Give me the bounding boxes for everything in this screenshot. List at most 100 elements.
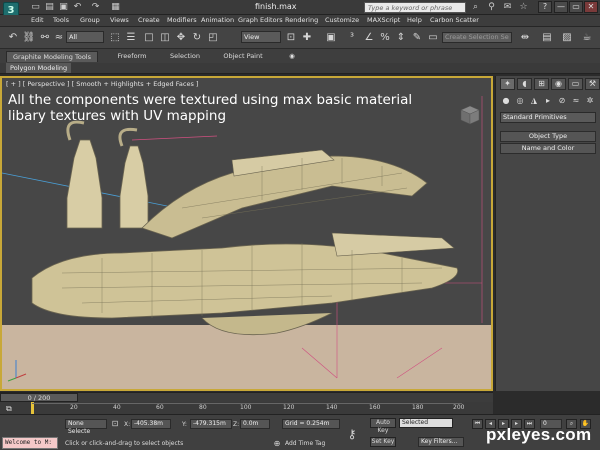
key-filters-button[interactable]: Key Filters...: [418, 437, 464, 447]
communication-center-icon[interactable]: ✉: [502, 2, 513, 12]
tab-object-paint[interactable]: Object Paint: [218, 51, 268, 62]
time-tag-icon[interactable]: ⊕: [270, 437, 284, 450]
perspective-viewport[interactable]: [ + ] [ Perspective ] [ Smooth + Highlig…: [0, 76, 493, 391]
motion-tab-icon[interactable]: ◉: [551, 78, 566, 90]
menu-create[interactable]: Create: [138, 16, 160, 24]
auto-key-button[interactable]: Auto Key: [370, 418, 396, 434]
select-scale-icon[interactable]: ◰: [206, 31, 220, 45]
selection-lock-icon[interactable]: ⊡: [108, 417, 122, 431]
redo-icon[interactable]: ↷: [90, 2, 101, 12]
named-selection-icon[interactable]: ▭: [426, 31, 440, 45]
help-button[interactable]: ?: [538, 1, 552, 13]
track-bar[interactable]: ⧉ 20 40 60 80 100 120 140 160 180 200: [0, 402, 493, 414]
mini-curve-editor-icon[interactable]: ⧉: [6, 404, 12, 414]
viewport-label[interactable]: [ + ] [ Perspective ] [ Smooth + Highlig…: [6, 80, 198, 88]
display-tab-icon[interactable]: ▭: [568, 78, 583, 90]
layer-manager-icon[interactable]: ▤: [540, 31, 554, 45]
name-and-color-rollout[interactable]: Name and Color: [500, 143, 596, 154]
reference-coordinate-dropdown[interactable]: View: [241, 31, 281, 43]
menu-customize[interactable]: Customize: [325, 16, 359, 24]
subscription-icon[interactable]: ⚲: [486, 2, 497, 12]
hierarchy-tab-icon[interactable]: ⊞: [534, 78, 549, 90]
unlink-icon[interactable]: ⚯: [38, 31, 52, 45]
pivot-center-icon[interactable]: ⊡: [284, 31, 298, 45]
menu-rendering[interactable]: Rendering: [285, 16, 318, 24]
maxscript-mini-listener[interactable]: Welcome to M:: [2, 437, 58, 449]
cameras-icon[interactable]: ▸: [542, 95, 554, 107]
time-slider-thumb[interactable]: 0 / 200: [0, 393, 78, 402]
menu-graph-editors[interactable]: Graph Editors: [238, 16, 283, 24]
edit-named-selection-icon[interactable]: ✎: [410, 31, 424, 45]
create-tab-icon[interactable]: ✦: [500, 78, 515, 90]
rectangular-selection-icon[interactable]: □: [142, 31, 156, 45]
primitive-category-dropdown[interactable]: Standard Primitives: [500, 112, 596, 123]
undo-icon[interactable]: ↶: [72, 2, 83, 12]
project-folder-icon[interactable]: ▦: [110, 2, 121, 12]
favorites-icon[interactable]: ☆: [518, 2, 529, 12]
y-coordinate-field[interactable]: -479.315m: [190, 419, 232, 429]
menu-carbon-scatter[interactable]: Carbon Scatter: [430, 16, 479, 24]
render-frame-icon[interactable]: ☕: [580, 31, 594, 45]
mirror-icon[interactable]: ⇹: [518, 31, 532, 45]
tick-label: 60: [156, 404, 164, 411]
menu-group[interactable]: Group: [80, 16, 100, 24]
menu-modifiers[interactable]: Modifiers: [167, 16, 197, 24]
search-input[interactable]: Type a keyword or phrase: [364, 2, 466, 13]
bind-space-warp-icon[interactable]: ≈: [52, 31, 66, 45]
select-rotate-icon[interactable]: ↻: [190, 31, 204, 45]
tab-graphite-modeling-tools[interactable]: Graphite Modeling Tools: [6, 51, 98, 62]
x-coordinate-field[interactable]: -405.38m: [131, 419, 171, 429]
spinner-snap-icon[interactable]: ⇕: [394, 31, 408, 45]
menu-maxscript[interactable]: MAXScript: [367, 16, 400, 24]
menu-edit[interactable]: Edit: [31, 16, 44, 24]
go-to-start-icon[interactable]: ⏮: [472, 419, 483, 429]
geometry-icon[interactable]: ●: [500, 95, 512, 107]
snaps-toggle-icon[interactable]: ³: [345, 31, 359, 45]
time-slider[interactable]: 0 / 200: [0, 392, 493, 402]
ribbon-panel-bar: Polygon Modeling: [0, 63, 600, 74]
tab-selection[interactable]: Selection: [165, 51, 205, 62]
maximize-button[interactable]: ▭: [569, 1, 583, 13]
ribbon-options-icon[interactable]: ◉: [285, 51, 299, 62]
lights-icon[interactable]: ◮: [528, 95, 540, 107]
selection-filter-dropdown[interactable]: All: [66, 31, 104, 43]
menu-animation[interactable]: Animation: [201, 16, 234, 24]
minimize-button[interactable]: —: [554, 1, 568, 13]
shapes-icon[interactable]: ◎: [514, 95, 526, 107]
menu-tools[interactable]: Tools: [53, 16, 69, 24]
new-file-icon[interactable]: ▭: [30, 2, 41, 12]
save-icon[interactable]: ▣: [58, 2, 69, 12]
object-type-rollout[interactable]: Object Type: [500, 131, 596, 142]
z-coordinate-field[interactable]: 0.0m: [240, 419, 270, 429]
viewcube-icon[interactable]: [455, 100, 485, 130]
window-crossing-icon[interactable]: ◫: [158, 31, 172, 45]
percent-snap-icon[interactable]: %: [378, 31, 392, 45]
undo-toolbar-icon[interactable]: ↶: [6, 31, 20, 45]
set-key-icon[interactable]: ⚷: [345, 427, 359, 441]
key-filter-dropdown[interactable]: Selected: [399, 418, 453, 428]
menu-help[interactable]: Help: [407, 16, 422, 24]
render-setup-icon[interactable]: ▨: [560, 31, 574, 45]
polygon-modeling-panel[interactable]: Polygon Modeling: [6, 63, 72, 73]
close-button[interactable]: ✕: [584, 1, 598, 13]
manipulate-icon[interactable]: ✚: [300, 31, 314, 45]
utilities-tab-icon[interactable]: ⚒: [585, 78, 600, 90]
space-warps-icon[interactable]: ≈: [570, 95, 582, 107]
named-selection-set-input[interactable]: Create Selection Se: [442, 32, 512, 43]
open-file-icon[interactable]: ▤: [44, 2, 55, 12]
select-object-icon[interactable]: ⬚: [108, 31, 122, 45]
systems-icon[interactable]: ✲: [584, 95, 596, 107]
spaceship-model[interactable]: [2, 78, 491, 389]
modify-tab-icon[interactable]: ◖: [517, 78, 532, 90]
set-key-button[interactable]: Set Key: [370, 437, 396, 447]
link-icon[interactable]: ⛓: [22, 31, 36, 45]
search-icon[interactable]: ⌕: [470, 2, 481, 12]
tab-freeform[interactable]: Freeform: [112, 51, 152, 62]
select-move-icon[interactable]: ✥: [174, 31, 188, 45]
menu-views[interactable]: Views: [110, 16, 129, 24]
add-time-tag-button[interactable]: Add Time Tag: [285, 440, 325, 447]
keyboard-shortcut-icon[interactable]: ▣: [324, 31, 338, 45]
helpers-icon[interactable]: ⊘: [556, 95, 568, 107]
select-by-name-icon[interactable]: ☰: [124, 31, 138, 45]
angle-snap-icon[interactable]: ∠: [362, 31, 376, 45]
